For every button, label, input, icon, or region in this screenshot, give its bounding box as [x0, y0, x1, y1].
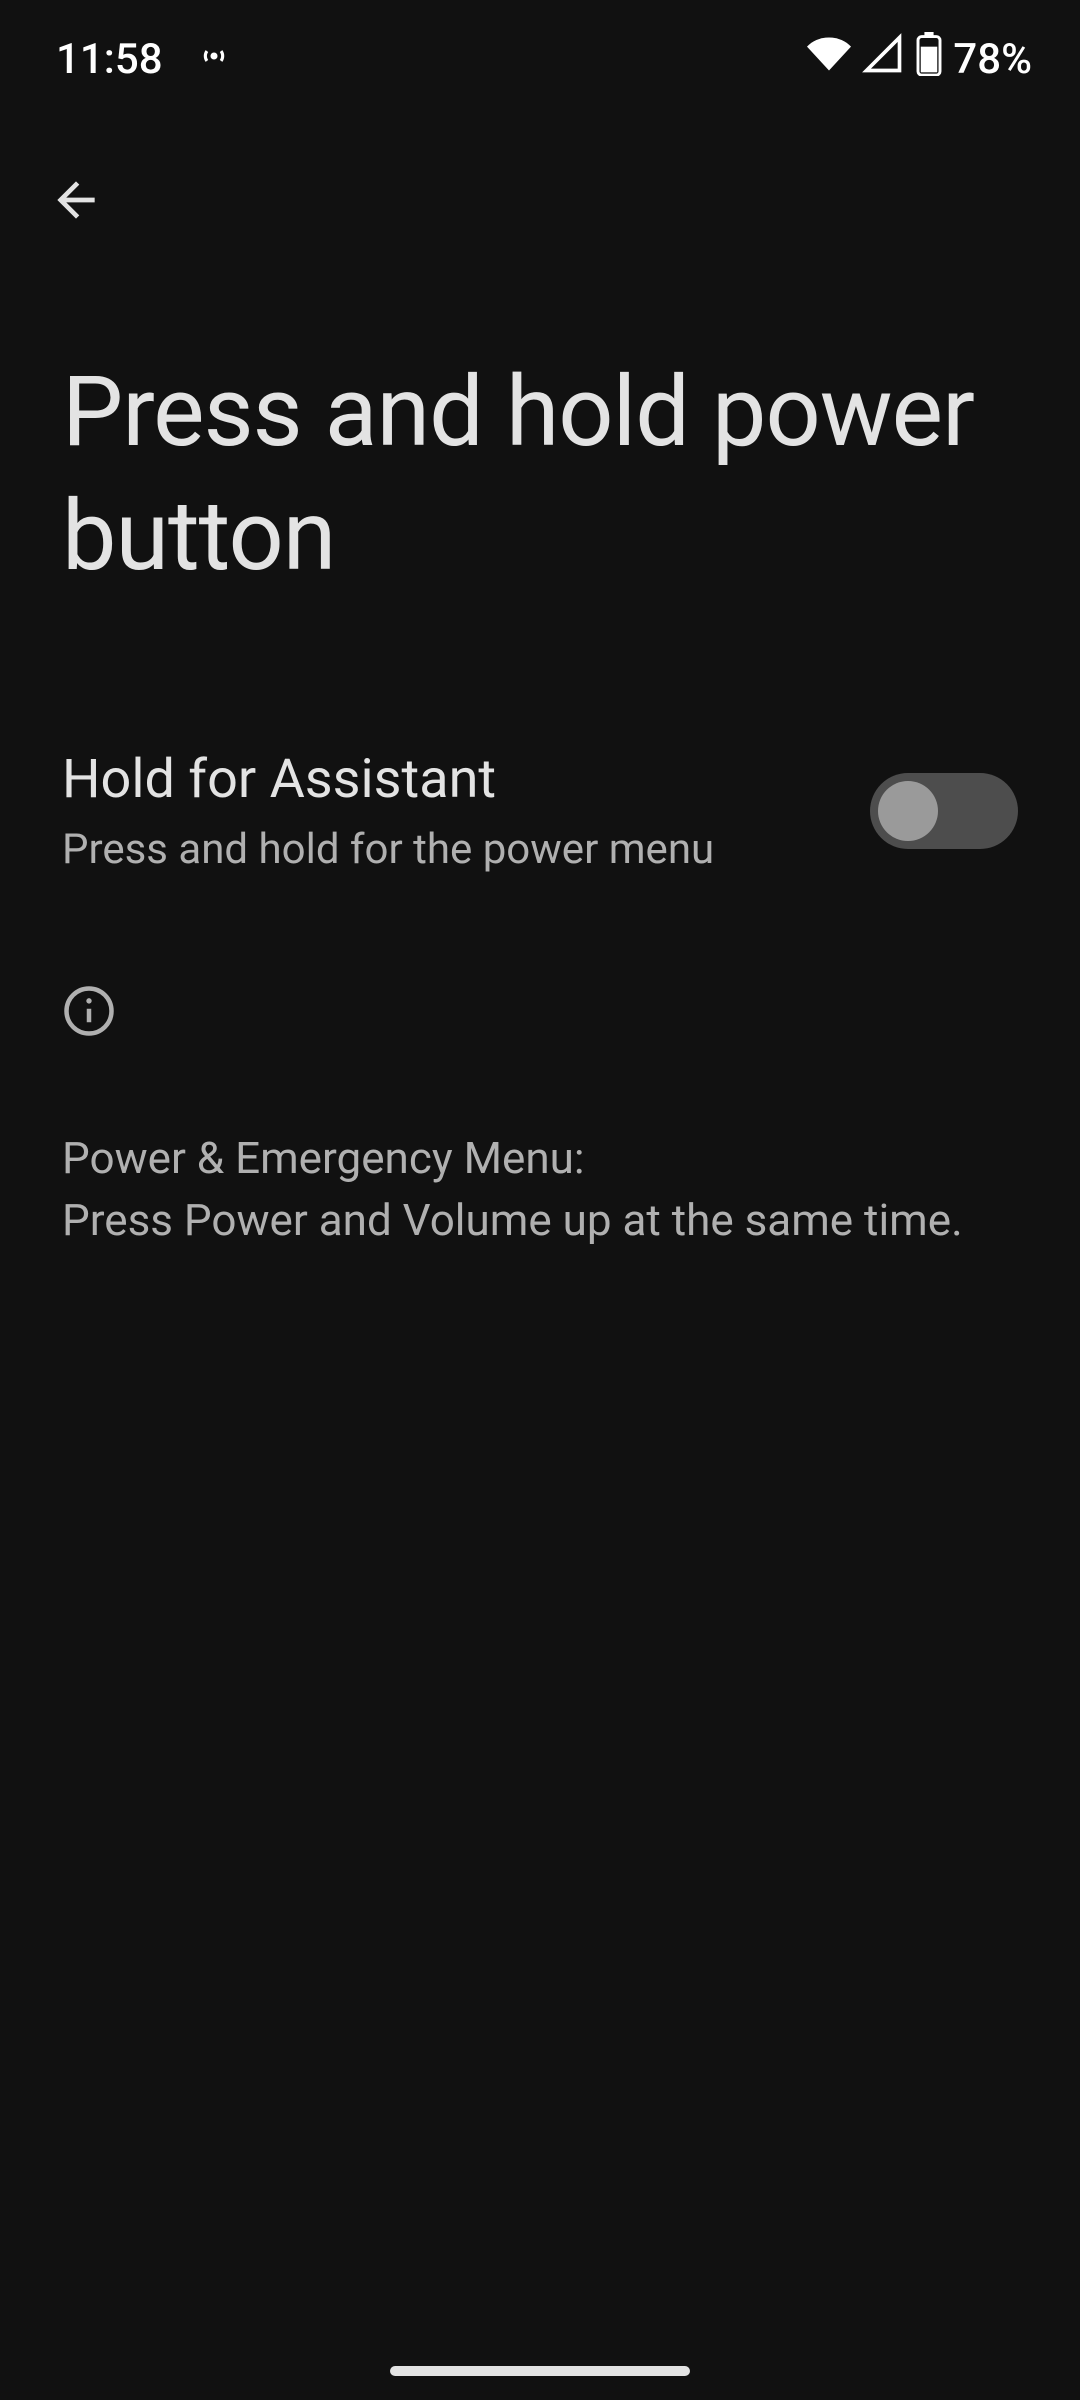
- hold-for-assistant-toggle[interactable]: [870, 773, 1018, 849]
- info-section: Power & Emergency Menu: Press Power and …: [0, 874, 1080, 1251]
- battery-icon: [915, 32, 943, 87]
- hotspot-icon: [197, 35, 231, 84]
- status-time: 11:58: [56, 35, 163, 84]
- info-icon: [62, 984, 116, 1038]
- info-line-2: Press Power and Volume up at the same ti…: [62, 1190, 1018, 1252]
- info-line-1: Power & Emergency Menu:: [62, 1128, 1018, 1190]
- toggle-knob: [878, 781, 938, 841]
- hold-for-assistant-row[interactable]: Hold for Assistant Press and hold for th…: [0, 598, 1080, 874]
- arrow-left-icon: [48, 172, 104, 228]
- nav-handle[interactable]: [390, 2366, 690, 2376]
- setting-title: Hold for Assistant: [62, 748, 830, 811]
- back-button[interactable]: [36, 160, 116, 240]
- setting-subtitle: Press and hold for the power menu: [62, 825, 830, 874]
- wifi-icon: [807, 32, 851, 87]
- battery-percent: 78%: [953, 35, 1032, 84]
- cellular-icon: [861, 32, 905, 87]
- status-bar: 11:58 78%: [0, 0, 1080, 90]
- page-title: Press and hold power button: [0, 240, 1080, 598]
